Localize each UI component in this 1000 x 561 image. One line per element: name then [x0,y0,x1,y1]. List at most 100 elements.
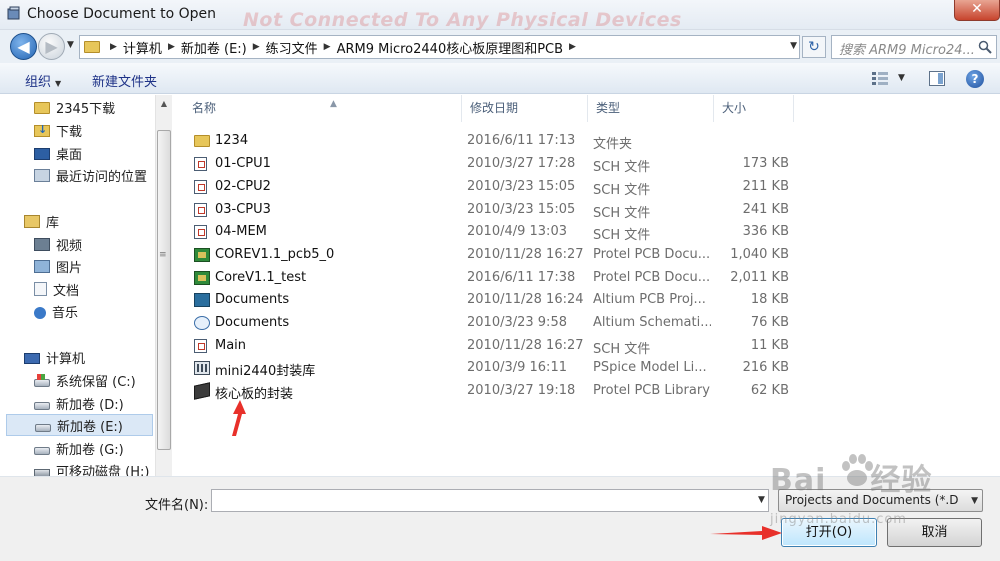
help-icon[interactable]: ? [966,70,984,88]
breadcrumb-drive-e[interactable]: 新加卷 (E:) [181,38,247,57]
nav-item-pictures[interactable]: 图片 [34,255,82,277]
nav-item-drive-g[interactable]: 新加卷 (G:) [34,437,124,459]
column-header-type[interactable]: 类型 [588,95,714,122]
column-header-date[interactable]: 修改日期 [462,95,588,122]
file-name: 02-CPU2 [215,179,271,194]
search-input[interactable]: 搜索 ARM9 Micro24... [831,35,997,59]
system-drive-icon [34,373,50,387]
column-header-size[interactable]: 大小 [714,95,794,122]
view-dropdown[interactable]: ▼ [898,73,905,83]
schematic-file-icon [194,203,207,217]
breadcrumb-computer[interactable]: 计算机 [123,38,162,57]
nav-item-drive-c[interactable]: 系统保留 (C:) [34,369,136,391]
file-type: Protel PCB Library [593,383,710,398]
file-row[interactable]: 02-CPU2 2010/3/23 15:05 SCH 文件 211 KB [184,176,804,198]
file-row[interactable]: CoreV1.1_test 2016/6/11 17:38 Protel PCB… [184,267,804,289]
file-row[interactable]: Documents 2010/11/28 16:24 Altium PCB Pr… [184,289,804,311]
recent-pages-dropdown[interactable]: ▼ [67,40,74,50]
refresh-button[interactable]: ↻ [802,36,826,58]
model-library-icon [194,361,210,375]
file-row[interactable]: 核心板的封装 2010/3/27 19:18 Protel PCB Librar… [184,380,804,402]
file-date: 2010/11/28 16:27 [467,338,584,353]
view-options-icon[interactable] [872,72,888,85]
file-type: PSpice Model Li... [593,360,707,375]
search-icon[interactable] [978,40,992,54]
nav-item-recent-places[interactable]: 最近访问的位置 [34,164,147,186]
file-row[interactable]: Main 2010/11/28 16:27 SCH 文件 11 KB [184,335,804,357]
nav-item-label: 库 [46,215,60,231]
file-row[interactable]: 01-CPU1 2010/3/27 17:28 SCH 文件 173 KB [184,153,804,175]
file-name: COREV1.1_pcb5_0 [215,247,335,262]
nav-item-label: 视频 [56,238,83,254]
nav-item-computer[interactable]: 计算机 [24,346,85,368]
connection-watermark: Not Connected To Any Physical Devices [243,9,682,31]
file-date: 2010/3/23 15:05 [467,179,576,194]
file-type: Altium PCB Proj... [593,292,706,307]
close-button[interactable]: ✕ [954,0,1000,21]
file-date: 2010/3/23 9:58 [467,315,567,330]
file-row[interactable]: 03-CPU3 2010/3/23 15:05 SCH 文件 241 KB [184,199,804,221]
filename-input[interactable] [211,489,769,512]
nav-item-label: 计算机 [46,351,86,367]
nav-item-downloads[interactable]: 下载 [34,119,82,141]
breadcrumb-practice-files[interactable]: 练习文件 [266,38,318,57]
address-bar[interactable]: ▶ 计算机 ▶ 新加卷 (E:) ▶ 练习文件 ▶ ARM9 Micro2440… [79,35,800,59]
chevron-right-icon[interactable]: ▶ [253,42,260,52]
nav-item-label: 下载 [56,124,83,140]
nav-item-libraries[interactable]: 库 [24,210,59,232]
nav-item-drive-e[interactable]: 新加卷 (E:) [6,414,153,436]
file-name: 04-MEM [215,224,267,239]
file-row[interactable]: Documents 2010/3/23 9:58 Altium Schemati… [184,312,804,334]
nav-item-videos[interactable]: 视频 [34,233,82,255]
folder-icon [194,135,210,147]
chevron-right-icon[interactable]: ▶ [168,42,175,52]
address-dropdown[interactable]: ▼ [790,41,797,51]
nav-scrollbar[interactable]: ▲ ≡ [155,95,172,476]
nav-item-label: 新加卷 (G:) [56,442,124,458]
column-header-name[interactable]: 名称 ▲ [184,95,462,122]
file-name: CoreV1.1_test [215,270,307,285]
window-title: Choose Document to Open [27,6,217,22]
documents-icon [34,282,47,296]
file-name: 03-CPU3 [215,202,271,217]
nav-item-drive-h[interactable]: 可移动磁盘 (H:) [34,459,149,476]
breadcrumb-current-folder[interactable]: ARM9 Micro2440核心板原理图和PCB [337,38,563,57]
nav-item-drive-d[interactable]: 新加卷 (D:) [34,392,124,414]
filename-dropdown[interactable]: ▼ [758,495,765,505]
chevron-right-icon[interactable]: ▶ [569,42,576,52]
forward-button[interactable]: ▶ [38,33,65,60]
file-row[interactable]: 04-MEM 2010/4/9 13:03 SCH 文件 336 KB [184,221,804,243]
file-size: 62 KB [750,383,789,398]
organize-menu[interactable]: 组织 ▼ [25,71,61,90]
annotation-arrow-icon [232,400,246,436]
nav-scroll-thumb[interactable] [157,130,171,450]
music-icon [34,306,46,319]
schematic-file-icon [194,157,207,171]
file-type: Altium Schemati... [593,315,711,330]
file-row[interactable]: 1234 2016/6/11 17:13 文件夹 [184,130,804,152]
preview-pane-icon[interactable] [929,71,945,86]
nav-item-2345-downloads[interactable]: 2345下载 [34,96,115,118]
close-icon: ✕ [971,1,983,17]
file-row[interactable]: mini2440封装库 2010/3/9 16:11 PSpice Model … [184,357,804,379]
address-row: ◀ ▶ ▼ ▶ 计算机 ▶ 新加卷 (E:) ▶ 练习文件 ▶ ARM9 Mic… [0,30,1000,63]
nav-item-documents[interactable]: 文档 [34,278,79,300]
schematic-file-icon [194,180,207,194]
file-type: SCH 文件 [593,160,651,175]
chevron-right-icon[interactable]: ▶ [110,42,117,52]
new-folder-button[interactable]: 新建文件夹 [92,71,157,90]
file-row[interactable]: COREV1.1_pcb5_0 2010/11/28 16:27 Protel … [184,244,804,266]
nav-item-label: 文档 [53,283,80,299]
file-type: Protel PCB Docu... [593,247,711,262]
chevron-right-icon[interactable]: ▶ [324,42,331,52]
baidu-brand-text: Bai [770,463,827,498]
search-placeholder: 搜索 ARM9 Micro24... [839,43,975,58]
caret-down-icon: ▼ [55,79,62,88]
back-button[interactable]: ◀ [10,33,37,60]
nav-item-label: 新加卷 (E:) [57,419,123,435]
nav-item-music[interactable]: 音乐 [34,300,78,322]
schematic-file-icon [194,339,207,353]
file-name: 01-CPU1 [215,156,271,171]
scroll-up-icon[interactable]: ▲ [156,95,172,112]
nav-item-desktop[interactable]: 桌面 [34,142,82,164]
